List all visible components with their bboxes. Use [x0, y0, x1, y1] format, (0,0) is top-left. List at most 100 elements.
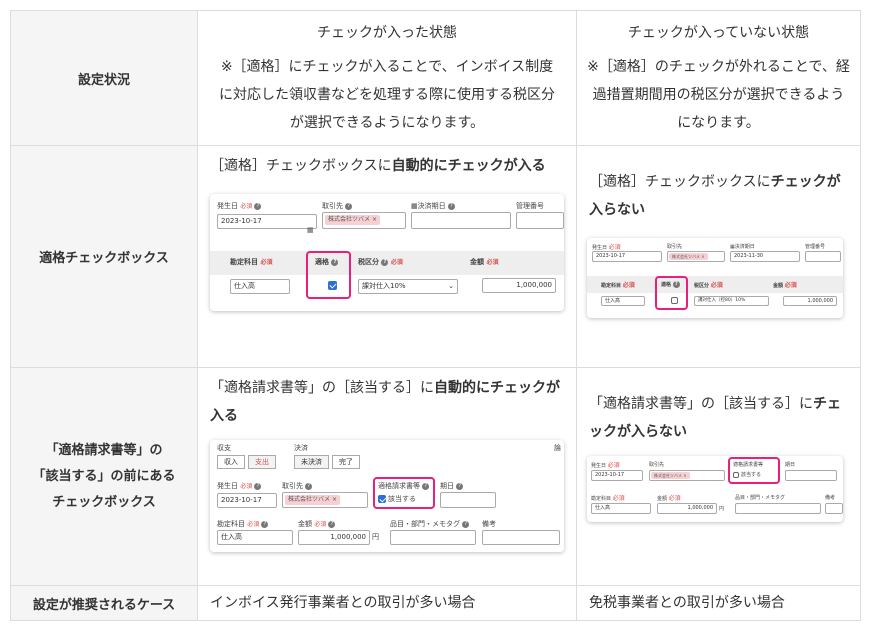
calendar-icon[interactable]: ▦ [307, 216, 314, 244]
help-icon: ? [254, 482, 262, 490]
amount-input[interactable]: 1,000,000 [657, 503, 717, 514]
note-input[interactable] [482, 530, 560, 545]
type-label: 収支 [217, 444, 231, 452]
highlight-invoice [373, 477, 435, 509]
settle-label: 決済 [294, 444, 308, 452]
help-icon: ? [381, 258, 389, 266]
note-input[interactable] [825, 503, 843, 514]
partner-label: 取引先 ? [322, 202, 353, 211]
checked-status-title: チェックが入った状態 [317, 25, 457, 41]
screenshot-qualified-unchecked: 発生日 必須 取引先 ▦決済期日 管理番号 2023-10-17 株式会社ツバメ… [587, 238, 843, 318]
partner-label: 取引先 ? [282, 482, 313, 491]
item-label: 品目・部門・メモタグ ? [390, 520, 470, 529]
issue-date-input[interactable]: 2023-10-17 [217, 493, 277, 508]
help-icon: ? [254, 202, 262, 210]
issue-date-input[interactable]: 2023-10-17 [591, 470, 643, 481]
highlight-qualified [655, 276, 688, 310]
row-header-status: 設定状況 [10, 10, 198, 146]
account-input[interactable]: 仕入高 [591, 503, 651, 514]
issue-date-input[interactable]: 2023-10-17 [592, 251, 662, 262]
mgmt-no-label: 管理番号 [516, 202, 544, 210]
row-header-qualified: 適格チェックボックス [10, 145, 198, 368]
row-recommended: 設定が推奨されるケース インボイス発行事業者との取引が多い場合 免税事業者との取… [10, 585, 861, 621]
yen-label: 円 [372, 533, 379, 541]
item-input[interactable] [390, 530, 476, 545]
tax-select[interactable]: 課対仕入10% ⌄ [358, 279, 458, 294]
account-input[interactable]: 仕入高 [230, 279, 290, 294]
due-date-input[interactable] [440, 492, 496, 508]
qualified-checked-cell: ［適格］チェックボックスに自動的にチェックが入る 発生日 必須 ? 取引先 ? … [197, 145, 577, 368]
amount-input[interactable]: 1,000,000 [482, 278, 556, 293]
account-label: 勘定科目 必須 ? [217, 520, 269, 529]
row-header-recommended: 設定が推奨されるケース [10, 585, 198, 621]
invoice-checked-text: 「適格請求書等」の［該当する］に自動的にチェックが入る [210, 380, 560, 424]
unchecked-status-title: チェックが入っていない状態 [627, 25, 810, 41]
account-input[interactable]: 仕入高 [217, 530, 293, 545]
highlight-qualified [306, 251, 351, 299]
unchecked-status-cell: チェックが入っていない状態 ※［適格］のチェックが外れることで、経過措置期間用の… [576, 10, 861, 146]
screenshot-qualified-checked: 発生日 必須 ? 取引先 ? ▦決済期日 ? 管理番号 2023-10-17 ▦… [210, 194, 564, 311]
help-icon: ? [447, 202, 455, 210]
mgmt-no-input[interactable] [516, 212, 564, 229]
row-header-invoice: 「適格請求書等」の 「該当する」の前にある チェックボックス [10, 367, 198, 586]
settle-date-input[interactable]: 2023-11-30 [730, 251, 800, 262]
issue-date-input[interactable]: 2023-10-17 [217, 214, 317, 229]
note-label: 備考 [482, 520, 496, 528]
partner-tag: 株式会社ツバメ × [651, 472, 690, 479]
tax-label: 税区分 ? 必須 [358, 258, 403, 266]
item-input[interactable] [735, 503, 821, 514]
help-icon: ? [345, 202, 353, 210]
row-invoice-checkbox: 「適格請求書等」の 「該当する」の前にある チェックボックス 「適格請求書等」の… [10, 367, 861, 586]
due-date-input[interactable] [785, 470, 837, 481]
close-icon: × [683, 473, 687, 478]
partner-tag: 株式会社ツバメ × [285, 495, 340, 505]
checked-status-cell: チェックが入った状態 ※［適格］にチェックが入ることで、インボイス制度に対応した… [197, 10, 577, 146]
partner-tag: 株式会社ツバメ × [325, 215, 380, 225]
qualified-unchecked-text: ［適格］チェックボックスにチェックが入らない [589, 174, 841, 218]
amount-input[interactable]: 1,000,000 [783, 296, 837, 306]
invoice-unchecked-text: 「適格請求書等」の［該当する］にチェックが入らない [589, 396, 841, 440]
mgmt-no-input[interactable] [805, 251, 841, 262]
amount-input[interactable]: 1,000,000 [298, 530, 370, 545]
unsettled-toggle[interactable]: 未決済 [294, 455, 329, 469]
settings-comparison-table: 設定状況 チェックが入った状態 ※［適格］にチェックが入ることで、インボイス制度… [10, 10, 861, 621]
help-icon: ? [261, 520, 269, 528]
account-label: 勘定科目 必須 [601, 282, 635, 289]
settle-date-label: ▦決済期日 ? [411, 202, 455, 211]
close-icon: × [331, 496, 337, 503]
recommended-checked-case: インボイス発行事業者との取引が多い場合 [197, 585, 577, 621]
due-label: 期日 [785, 462, 796, 468]
settle-date-input[interactable] [411, 212, 511, 229]
issue-date-label: 発生日 必須 ? [217, 482, 262, 491]
help-icon: ? [456, 482, 464, 490]
account-input[interactable]: 仕入高 [601, 296, 645, 306]
help-icon: ? [462, 520, 470, 528]
close-icon: × [701, 254, 705, 259]
recommended-unchecked-case: 免税事業者との取引が多い場合 [576, 585, 861, 621]
help-icon: ? [328, 520, 336, 528]
invoice-checked-cell: 「適格請求書等」の［該当する］に自動的にチェックが入る 収支 決済 論 収入 支… [197, 367, 577, 586]
screenshot-invoice-checked: 収支 決済 論 収入 支出 未決済 完了 発生日 必須 ? 取引先 ? 適格請求… [210, 440, 564, 552]
issue-date-label: 発生日 必須 ? [217, 202, 262, 211]
expense-toggle[interactable]: 支出 [248, 455, 276, 469]
done-toggle[interactable]: 完了 [332, 455, 360, 469]
row-qualified-checkbox: 適格チェックボックス ［適格］チェックボックスに自動的にチェックが入る 発生日 … [10, 145, 861, 368]
cut-label: 論 [554, 444, 561, 452]
close-icon: × [371, 216, 377, 223]
chevron-down-icon: ⌄ [448, 282, 454, 290]
item-label: 品目・部門・メモタグ [735, 495, 786, 501]
yen-label: 円 [719, 506, 725, 512]
qualified-unchecked-cell: ［適格］チェックボックスにチェックが入らない 発生日 必須 取引先 ▦決済期日 … [576, 145, 861, 368]
tax-label: 税区分 必須 [694, 282, 723, 289]
highlight-invoice [728, 457, 780, 484]
checked-status-note: ※［適格］にチェックが入ることで、インボイス制度に対応した領収書などを処理する際… [219, 59, 555, 131]
tax-select[interactable]: 課対仕入（控80）10% [694, 296, 769, 306]
qualified-checked-text: ［適格］チェックボックスに自動的にチェックが入る [210, 158, 546, 174]
amount-label: 金額 必須 [773, 282, 797, 289]
help-icon: ? [305, 482, 313, 490]
screenshot-invoice-unchecked: 発生日 必須 取引先 適格請求書等 期日 2023-10-17 株式会社ツバメ … [587, 456, 843, 522]
calendar-icon: ▦ [411, 202, 418, 210]
partner-tag: 株式会社ツバメ × [669, 253, 708, 260]
partner-label: 取引先 [649, 462, 665, 468]
income-toggle[interactable]: 収入 [217, 455, 245, 469]
